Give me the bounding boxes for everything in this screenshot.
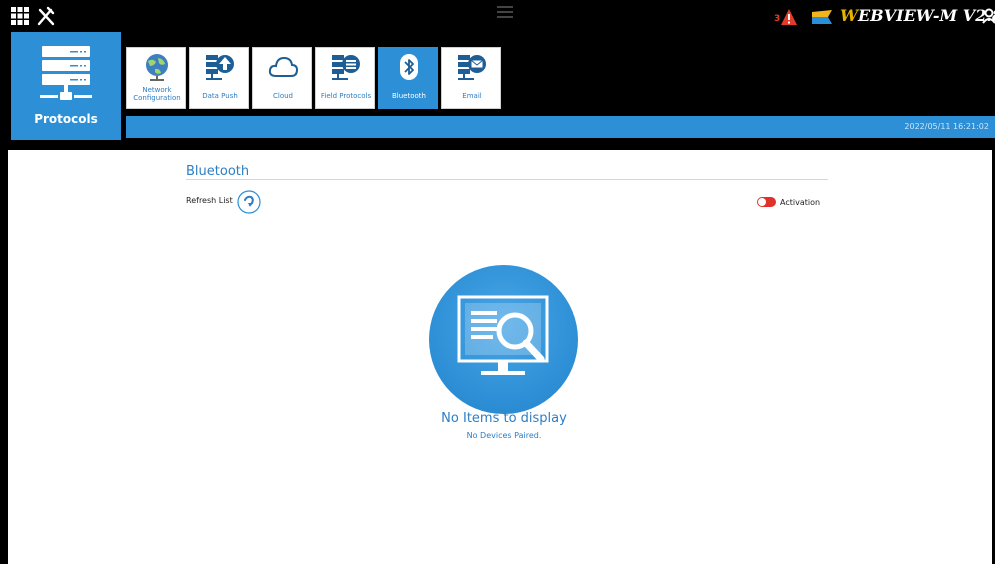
tab-network-configuration[interactable]: Network Configuration <box>126 47 186 109</box>
tab-field-protocols[interactable]: Field Protocols <box>315 47 375 109</box>
main-content: Bluetooth Refresh List Activation No Ite… <box>8 150 992 564</box>
brand-name: EBVIEW-M V2.8 <box>857 6 995 25</box>
top-bar: 3 WEBVIEW-M V2.8 <box>0 0 995 34</box>
email-icon <box>458 55 486 80</box>
field-protocol-icon <box>332 55 360 80</box>
alert-indicator[interactable]: 3 <box>774 8 800 28</box>
brand-title: WEBVIEW-M V2.8 <box>840 6 995 25</box>
activation-toggle[interactable] <box>757 197 776 207</box>
tab-cloud[interactable]: Cloud <box>252 47 312 109</box>
empty-state-illustration <box>429 265 578 414</box>
user-icon[interactable] <box>982 8 995 24</box>
tab-email[interactable]: Email <box>441 47 501 109</box>
brand-initial: W <box>840 6 858 25</box>
datetime: 2022/05/11 16:21:02 <box>904 122 989 131</box>
page-title: Bluetooth <box>186 164 250 179</box>
tab-label: Cloud <box>273 92 293 100</box>
tools-icon[interactable] <box>36 6 56 26</box>
tab-label: Network Configuration <box>133 86 181 102</box>
status-strip: 2022/05/11 16:21:02 <box>126 116 995 138</box>
tab-label: Field Protocols <box>320 92 372 100</box>
upload-icon <box>206 55 234 80</box>
menu-icon[interactable] <box>497 6 513 18</box>
alert-icon <box>781 9 797 25</box>
protocols-section-tile[interactable]: Protocols <box>11 32 121 140</box>
divider <box>186 179 828 180</box>
tab-data-push[interactable]: Data Push <box>189 47 249 109</box>
monitor-search-icon <box>457 295 549 375</box>
activation-label: Activation <box>780 198 821 207</box>
refresh-button[interactable] <box>237 190 261 214</box>
apps-grid-icon[interactable] <box>10 6 30 26</box>
flag-icon[interactable] <box>810 8 834 26</box>
globe-icon <box>146 54 168 81</box>
protocols-label: Protocols <box>34 112 98 126</box>
server-icon <box>40 46 92 100</box>
tab-label: Bluetooth <box>392 92 426 100</box>
empty-state-subtitle: No Devices Paired. <box>466 431 542 440</box>
bluetooth-icon <box>400 54 418 80</box>
tab-label: Email <box>462 92 482 100</box>
tab-bluetooth[interactable]: Bluetooth <box>378 47 438 109</box>
refresh-list-label: Refresh List <box>186 196 233 205</box>
tab-label: Data Push <box>202 92 238 100</box>
empty-state-title: No Items to display <box>441 411 567 426</box>
cloud-icon <box>268 56 298 77</box>
